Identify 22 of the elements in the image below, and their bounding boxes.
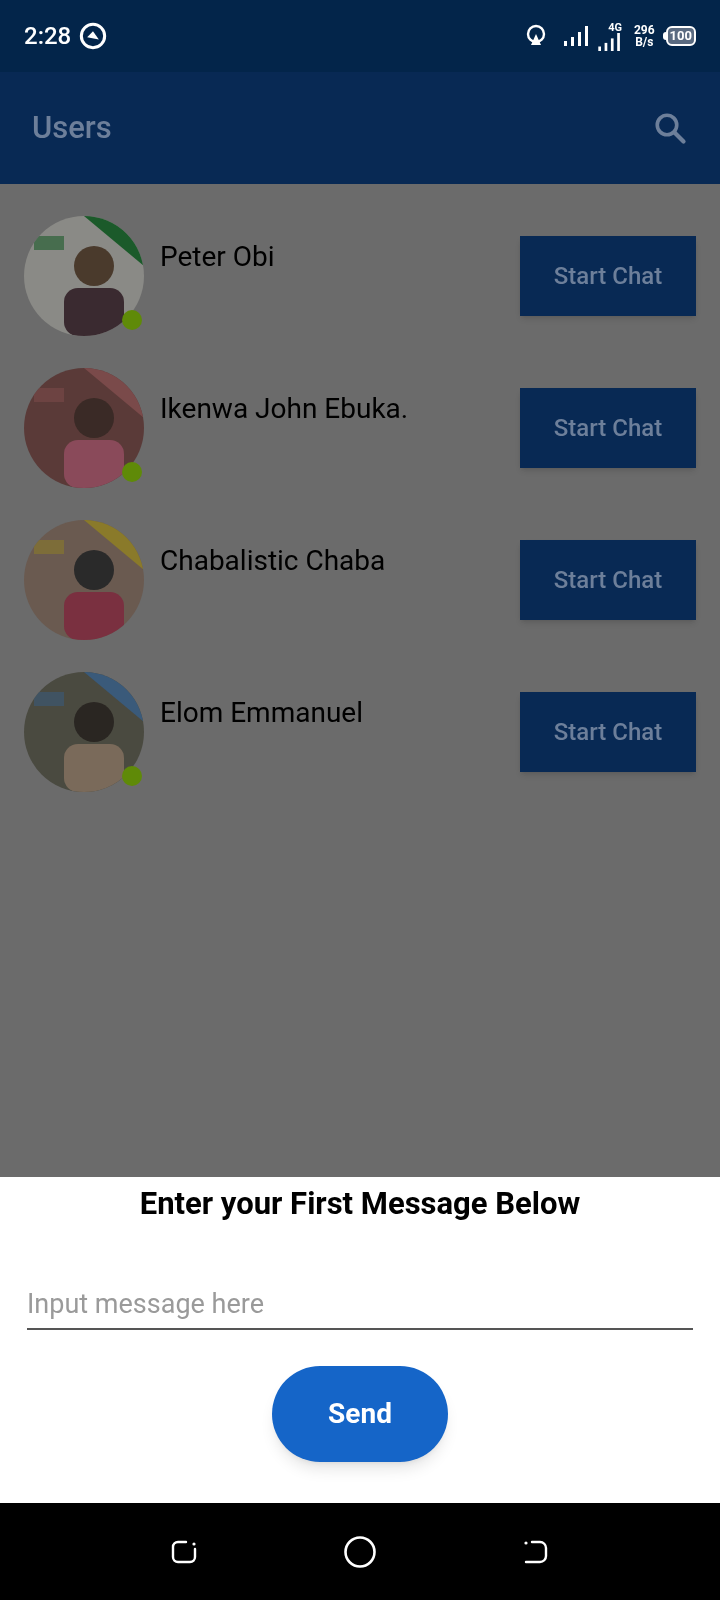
message-input-field[interactable]: Input message here [27,1283,693,1330]
start-chat-button[interactable]: Start Chat [520,692,696,772]
network-type: 4G [608,21,622,33]
signal-icon [597,32,622,51]
start-chat-button[interactable]: Start Chat [520,388,696,468]
sheet-title: Enter your First Message Below [139,1184,581,1224]
user-name: Elom Emmanuel [160,695,364,731]
user-name: Peter Obi [160,239,276,275]
start-chat-button[interactable]: Start Chat [520,540,696,620]
search-icon[interactable] [652,110,688,146]
network-speed: 296 [633,24,655,36]
speed-unit: B/s [635,36,654,48]
signal-icon [563,26,590,46]
send-button[interactable]: Send [272,1366,448,1462]
home-icon[interactable] [343,1534,377,1569]
user-name: Chabalistic Chaba [160,543,387,579]
app-bar-title: Users [32,107,113,148]
user-name: Ikenwa John Ebuka. [160,391,410,427]
start-chat-button[interactable]: Start Chat [520,236,696,316]
status-time: 2:28 [24,21,72,52]
battery-level: 100 [665,26,696,46]
notification-icon [79,22,108,50]
